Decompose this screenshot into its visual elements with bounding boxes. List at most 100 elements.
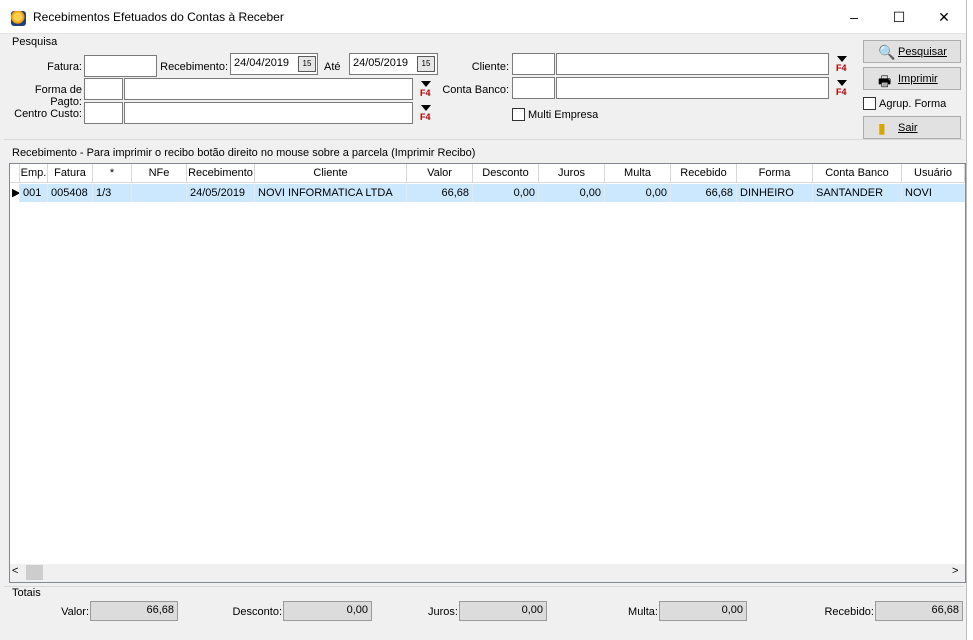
column-header[interactable]: Juros [539, 164, 605, 183]
sair-button[interactable]: ▮ Sair [863, 116, 961, 139]
imprimir-label: Imprimir [898, 73, 938, 85]
column-header[interactable]: Conta Banco [813, 164, 902, 183]
f4-label: F4 [836, 87, 847, 97]
scroll-left-icon[interactable]: < [12, 565, 18, 577]
column-header[interactable]: Forma [737, 164, 813, 183]
total-desconto-label: Desconto: [232, 606, 282, 618]
cell-recebimento: 24/05/2019 [187, 184, 255, 202]
maximize-button[interactable]: ☐ [876, 0, 922, 34]
recebimento-from-value: 24/04/2019 [234, 57, 290, 69]
column-header[interactable]: Cliente [255, 164, 407, 183]
dropdown-arrow-icon [421, 81, 431, 87]
pesquisa-caption: Pesquisa [12, 36, 58, 48]
dropdown-arrow-icon [421, 105, 431, 111]
fatura-input[interactable] [84, 55, 157, 77]
total-juros-label: Juros: [428, 606, 458, 618]
centro-custo-lookup-button[interactable]: F4 [417, 103, 435, 123]
column-header[interactable]: Valor [407, 164, 473, 183]
column-header[interactable]: Multa [605, 164, 671, 183]
forma-pagto-label: Forma de Pagto: [34, 84, 82, 108]
horizontal-scrollbar[interactable]: < > [10, 564, 965, 582]
cell-multa: 0,00 [605, 184, 671, 202]
row-indicator-header [10, 164, 20, 183]
cell-desconto: 0,00 [473, 184, 539, 202]
current-row-indicator-icon: ▶ [10, 184, 20, 202]
recebimento-label: Recebimento: [160, 61, 228, 73]
background-window-edge [966, 0, 973, 640]
conta-banco-name-input[interactable] [556, 77, 829, 99]
close-button[interactable]: ✕ [921, 0, 967, 34]
forma-pagto-code-input[interactable] [84, 78, 123, 100]
centro-custo-code-input[interactable] [84, 102, 123, 124]
conta-banco-label: Conta Banco: [442, 84, 509, 96]
calendar-from-icon[interactable]: 15 [298, 56, 316, 72]
divider [4, 139, 964, 140]
column-header[interactable]: NFe [132, 164, 187, 183]
cell-parcela: 1/3 [93, 184, 132, 202]
grid-header: Emp. Fatura * NFe Recebimento Cliente Va… [10, 164, 965, 183]
centro-custo-label: Centro Custo: [14, 108, 82, 120]
column-header[interactable]: Usuário [902, 164, 965, 183]
agrup-forma-checkbox[interactable] [863, 97, 876, 110]
cell-usuario: NOVI [902, 184, 965, 202]
total-desconto-field: 0,00 [283, 601, 372, 621]
f4-label: F4 [420, 88, 431, 98]
forma-pagto-lookup-button[interactable]: F4 [417, 79, 435, 99]
scroll-right-icon[interactable]: > [952, 565, 958, 577]
cliente-name-input[interactable] [556, 53, 829, 75]
imprimir-button[interactable]: 🖶 Imprimir [863, 67, 961, 90]
app-icon [11, 11, 26, 26]
column-header[interactable]: Recebido [671, 164, 737, 183]
title-bar: Recebimentos Efetuados do Contas à Receb… [0, 0, 973, 34]
column-header[interactable]: Desconto [473, 164, 539, 183]
multi-empresa-label: Multi Empresa [528, 109, 599, 121]
recebimentos-grid[interactable]: Emp. Fatura * NFe Recebimento Cliente Va… [9, 163, 966, 583]
total-recebido-label: Recebido: [824, 606, 874, 618]
cell-emp: 001 [20, 184, 48, 202]
cliente-lookup-button[interactable]: F4 [833, 54, 851, 74]
cell-cliente: NOVI INFORMATICA LTDA [255, 184, 407, 202]
recebimento-to-value: 24/05/2019 [353, 57, 409, 69]
calendar-to-icon[interactable]: 15 [417, 56, 435, 72]
multi-empresa-checkbox[interactable] [512, 108, 525, 121]
scroll-thumb[interactable] [26, 565, 43, 580]
total-juros-field: 0,00 [459, 601, 547, 621]
sair-label: Sair [898, 122, 918, 134]
cell-recebido: 66,68 [671, 184, 737, 202]
cell-nfe [132, 184, 187, 202]
conta-banco-lookup-button[interactable]: F4 [833, 78, 851, 98]
cell-valor: 66,68 [407, 184, 473, 202]
total-recebido-field: 66,68 [875, 601, 963, 621]
cell-forma: DINHEIRO [737, 184, 813, 202]
cell-fatura: 005408 [48, 184, 93, 202]
centro-custo-desc-input[interactable] [124, 102, 413, 124]
forma-pagto-desc-input[interactable] [124, 78, 413, 100]
column-header[interactable]: Emp. [20, 164, 48, 183]
f4-label: F4 [836, 63, 847, 73]
total-valor-field: 66,68 [90, 601, 178, 621]
total-multa-label: Multa: [628, 606, 658, 618]
column-header[interactable]: Fatura [48, 164, 93, 183]
agrup-forma-label: Agrup. Forma [879, 98, 947, 110]
ate-label: Até [324, 61, 341, 73]
cliente-code-input[interactable] [512, 53, 555, 75]
column-header[interactable]: * [93, 164, 132, 183]
fatura-label: Fatura: [47, 61, 82, 73]
dropdown-arrow-icon [837, 80, 847, 86]
magnifier-icon: 🔍 [878, 44, 896, 60]
minimize-button[interactable]: – [831, 0, 877, 34]
pesquisar-label: Pesquisar [898, 46, 947, 58]
totais-caption: Totais [12, 587, 41, 599]
conta-banco-code-input[interactable] [512, 77, 555, 99]
window-title: Recebimentos Efetuados do Contas à Receb… [33, 10, 284, 24]
column-header[interactable]: Recebimento [187, 164, 255, 183]
f4-label: F4 [420, 112, 431, 122]
cell-conta-banco: SANTANDER [813, 184, 902, 202]
total-multa-field: 0,00 [659, 601, 747, 621]
exit-door-icon: ▮ [878, 120, 886, 136]
pesquisar-button[interactable]: 🔍 Pesquisar [863, 40, 961, 63]
cell-juros: 0,00 [539, 184, 605, 202]
divider [4, 586, 964, 587]
grid-caption: Recebimento - Para imprimir o recibo bot… [12, 147, 476, 159]
total-valor-label: Valor: [61, 606, 89, 618]
